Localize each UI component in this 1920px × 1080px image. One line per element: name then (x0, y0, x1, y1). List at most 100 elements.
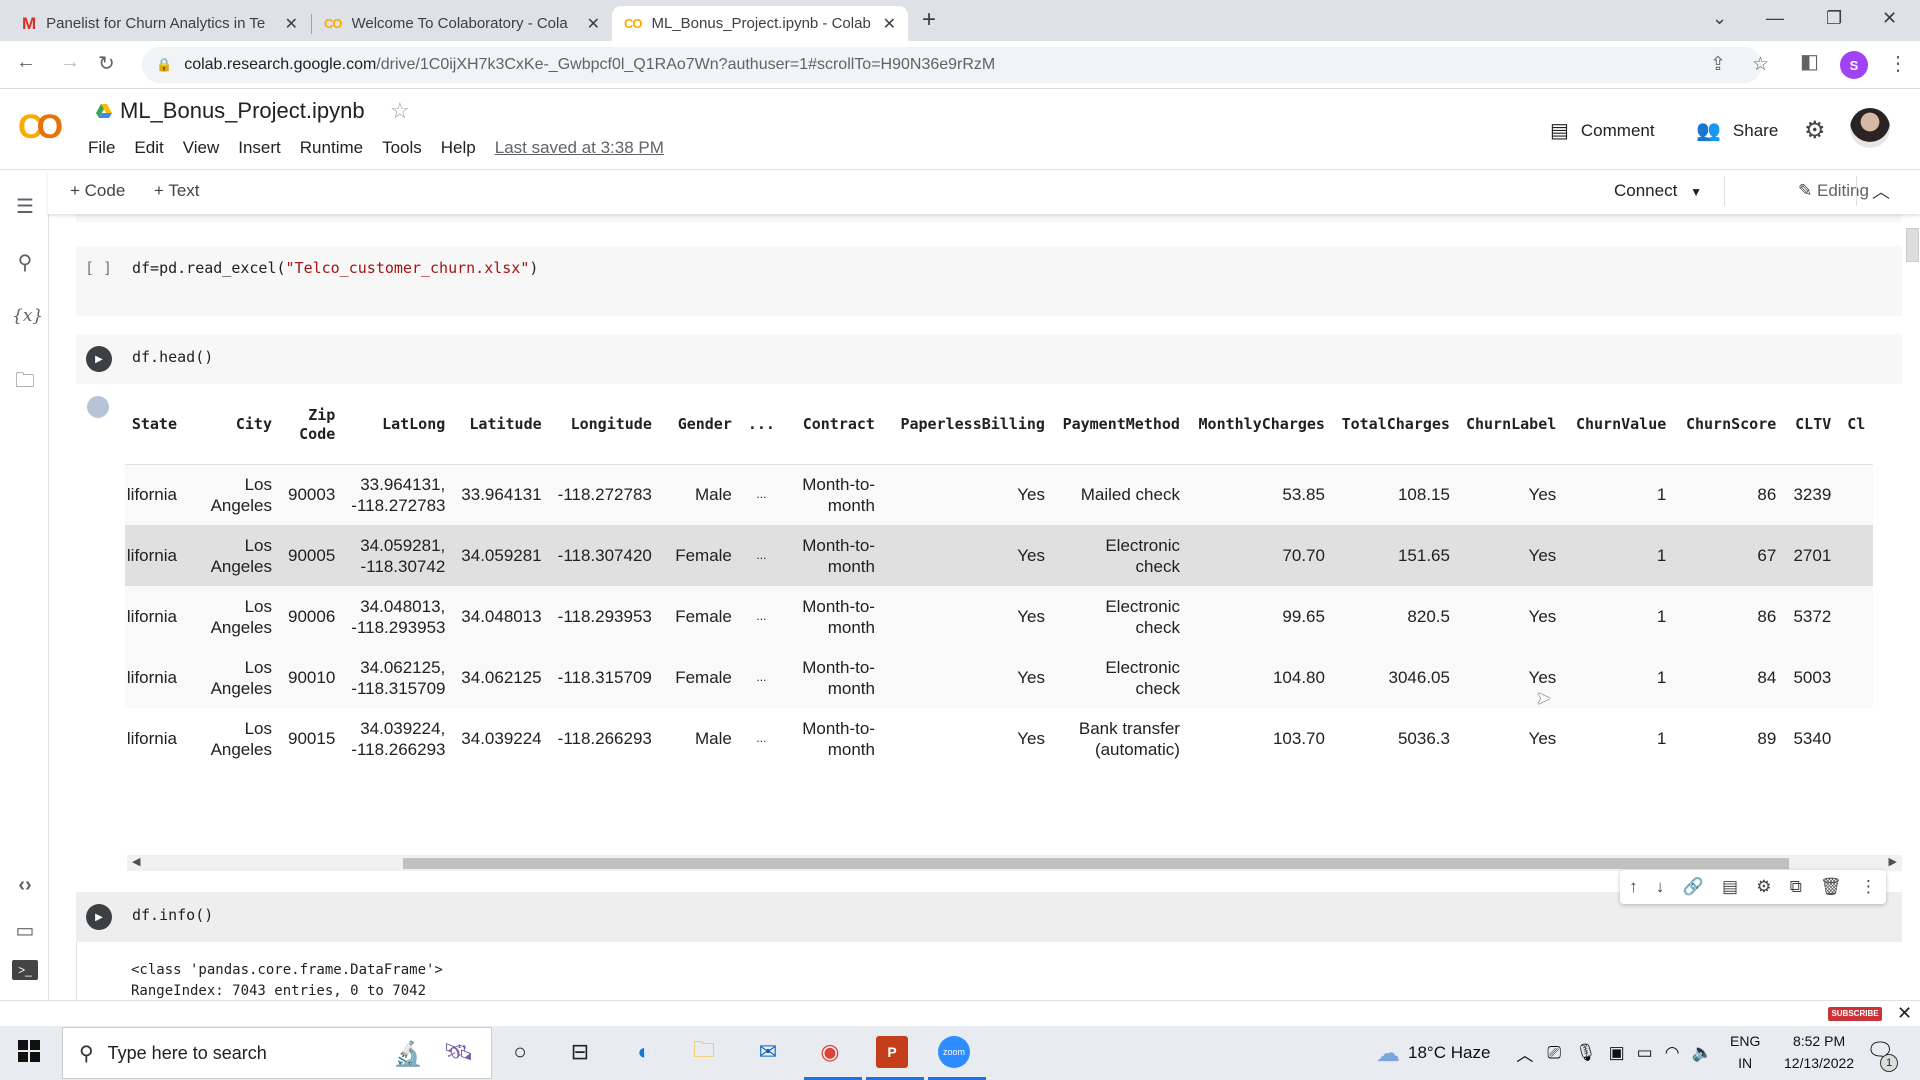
scroll-left-arrow-icon[interactable]: ◀ (132, 855, 140, 868)
battery-icon[interactable]: ▭ (1637, 1043, 1653, 1063)
microphone-icon[interactable]: 🎙 (1575, 1043, 1597, 1063)
menu-help[interactable]: Help (441, 138, 476, 158)
run-cell-button[interactable]: ▶ (86, 346, 112, 372)
last-saved-link[interactable]: Last saved at 3:38 PM (495, 138, 664, 158)
new-tab-button[interactable]: + (922, 6, 936, 34)
terminal-icon[interactable]: >_ (12, 960, 38, 980)
mail-icon[interactable]: ✉ (752, 1036, 784, 1068)
table-cell: Male (659, 708, 740, 769)
code-cell-head[interactable]: ▶ df.head() (76, 334, 1902, 384)
move-cell-up-icon[interactable]: ↑ (1629, 877, 1638, 897)
move-cell-down-icon[interactable]: ↓ (1656, 877, 1665, 897)
menu-insert[interactable]: Insert (238, 138, 281, 158)
vertical-scrollbar[interactable] (1904, 224, 1920, 1000)
camera-icon[interactable]: ⎚ (1547, 1043, 1561, 1063)
share-button[interactable]: 👥 Share (1696, 118, 1778, 143)
url-bar[interactable]: 🔒 colab.research.google.com/drive/1C0ijX… (142, 47, 1769, 83)
menu-runtime[interactable]: Runtime (300, 138, 363, 158)
minimize-icon[interactable]: — (1766, 8, 1784, 29)
code-snippets-icon[interactable]: ‹› (12, 874, 38, 897)
notebook-title[interactable]: ML_Bonus_Project.ipynb (120, 98, 365, 124)
run-cell-button[interactable]: ▶ (86, 904, 112, 930)
powerpoint-icon[interactable]: P (876, 1036, 908, 1068)
scrollbar-thumb[interactable] (403, 858, 1789, 869)
show-hidden-icons-chevron[interactable]: ︿ (1516, 1041, 1533, 1066)
close-window-icon[interactable]: ✕ (1882, 8, 1897, 29)
add-code-button[interactable]: + Code (70, 181, 125, 201)
table-cell: lifornia (125, 647, 185, 708)
table-cell: ... (739, 586, 783, 647)
connect-button[interactable]: Connect ▼ (1614, 181, 1702, 201)
task-view-icon[interactable]: ⊟ (564, 1036, 596, 1068)
variables-icon[interactable]: {x} (12, 306, 43, 326)
command-palette-icon[interactable]: ▭ (12, 918, 38, 943)
zoom-app-icon[interactable]: zoom (938, 1036, 970, 1068)
colab-logo[interactable]: CO (18, 108, 63, 147)
cell-code[interactable]: df.info() (132, 906, 213, 924)
menu-tools[interactable]: Tools (382, 138, 422, 158)
display-icon[interactable]: ▣ (1609, 1043, 1625, 1063)
forward-icon[interactable]: → (60, 51, 80, 74)
table-cell: Yes (882, 464, 1053, 525)
language-indicator[interactable]: ENG IN (1730, 1030, 1760, 1074)
maximize-icon[interactable]: ❐ (1826, 8, 1842, 29)
browser-profile-avatar[interactable]: S (1840, 51, 1868, 79)
taskbar-search-box[interactable]: ⚲ Type here to search 🔬 🛰 (62, 1027, 492, 1079)
menu-edit[interactable]: Edit (134, 138, 163, 158)
mirror-cell-icon[interactable]: ⧉ (1790, 877, 1802, 897)
wifi-icon[interactable]: ◠ (1665, 1043, 1680, 1063)
files-folder-icon[interactable]: 🗀 (12, 366, 38, 400)
dropdown-arrow-icon[interactable]: ▼ (1690, 185, 1702, 199)
cell-settings-gear-icon[interactable]: ⚙ (1756, 877, 1771, 897)
editing-mode-button[interactable]: ✎ Editing (1798, 181, 1869, 201)
cell-code[interactable]: df=pd.read_excel("Telco_customer_churn.x… (132, 259, 538, 277)
table-cell (1839, 525, 1874, 586)
file-explorer-icon[interactable]: 🗀 (688, 1036, 720, 1068)
delete-cell-icon[interactable]: 🗑 (1820, 877, 1842, 897)
star-icon[interactable]: ☆ (390, 98, 410, 124)
close-overlay-icon[interactable]: ✕ (1897, 1003, 1912, 1024)
close-tab-icon[interactable]: ✕ (883, 14, 896, 34)
previous-code-cell[interactable] (76, 214, 1902, 222)
browser-tab-gmail[interactable]: M Panelist for Churn Analytics in Te ✕ (10, 6, 310, 41)
share-page-icon[interactable]: ⇪ (1710, 53, 1726, 76)
reload-icon[interactable]: ↻ (98, 51, 115, 76)
edge-browser-icon[interactable]: ◐ (628, 1036, 660, 1068)
cortana-icon[interactable]: ○ (504, 1036, 536, 1068)
tab-search-chevron-icon[interactable]: ⌄ (1712, 8, 1727, 29)
browser-menu-icon[interactable]: ⋮ (1888, 51, 1908, 76)
browser-tab-welcome[interactable]: CO Welcome To Colaboratory - Cola ✕ (312, 6, 612, 41)
browser-tab-ml-project[interactable]: CO ML_Bonus_Project.ipynb - Colab ✕ (612, 6, 908, 41)
menu-file[interactable]: File (88, 138, 115, 158)
search-icon[interactable]: ⚲ (12, 250, 38, 275)
comment-button[interactable]: ▤ Comment (1550, 118, 1655, 143)
scroll-right-arrow-icon[interactable]: ▶ (1889, 855, 1897, 868)
chrome-icon[interactable]: ◉ (814, 1036, 846, 1068)
taskbar-clock[interactable]: 8:52 PM 12/13/2022 (1784, 1030, 1854, 1074)
more-actions-icon[interactable]: ⋮ (1860, 877, 1877, 897)
user-avatar[interactable] (1850, 108, 1890, 148)
windows-start-icon[interactable] (18, 1040, 40, 1062)
scrollbar-thumb[interactable] (1906, 228, 1919, 262)
horizontal-scrollbar[interactable]: ◀ ▶ (127, 855, 1902, 871)
close-tab-icon[interactable]: ✕ (285, 14, 298, 34)
close-tab-icon[interactable]: ✕ (587, 14, 600, 34)
side-panel-icon[interactable]: ◧ (1800, 49, 1819, 74)
settings-gear-icon[interactable]: ⚙ (1804, 116, 1826, 145)
link-to-cell-icon[interactable]: 🔗 (1683, 877, 1704, 897)
table-of-contents-icon[interactable]: ☰ (12, 194, 38, 219)
add-comment-icon[interactable]: ▤ (1722, 877, 1738, 897)
column-header: City (185, 386, 280, 465)
volume-icon[interactable]: 🔈 (1692, 1043, 1713, 1063)
cell-code[interactable]: df.head() (132, 348, 213, 366)
bookmark-star-icon[interactable]: ☆ (1752, 53, 1769, 76)
windows-taskbar: ⚲ Type here to search 🔬 🛰 ○ ⊟ ◐ 🗀 ✉ ◉ P … (0, 1026, 1920, 1080)
table-row: lifornia Los Angeles 90010 34.062125, -118.… (125, 647, 1874, 708)
back-icon[interactable]: ← (16, 51, 36, 74)
subscribe-badge[interactable]: SUBSCRIBE (1828, 1007, 1882, 1021)
collapse-header-icon[interactable]: ︿ (1872, 178, 1890, 204)
menu-view[interactable]: View (183, 138, 220, 158)
weather-text[interactable]: 18°C Haze (1408, 1043, 1490, 1063)
code-cell-read-excel[interactable]: [ ] df=pd.read_excel("Telco_customer_chu… (76, 246, 1902, 316)
add-text-button[interactable]: + Text (154, 181, 200, 201)
